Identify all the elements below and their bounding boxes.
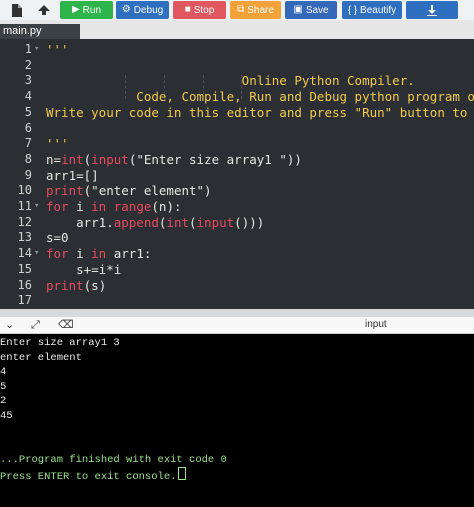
debug-button[interactable]: ⚙ Debug	[116, 1, 169, 19]
share-button[interactable]: ⧉ Share	[230, 1, 281, 19]
tab-main-py[interactable]: main.py	[0, 24, 80, 39]
expand-icon[interactable]: ⤢	[31, 317, 40, 333]
stop-button[interactable]: ■ Stop	[173, 1, 226, 19]
line-number: 2	[24, 57, 32, 72]
line-number: 13	[17, 230, 32, 245]
fold-toggle-icon[interactable]: ▾	[34, 199, 39, 215]
line-number: 3	[24, 73, 32, 88]
save-icon: ▣	[293, 4, 303, 15]
code-text: arr1=[]	[46, 167, 99, 183]
text-cursor	[178, 467, 187, 481]
line-number: 16	[17, 277, 32, 292]
console-output[interactable]: Enter size array1 3 enter element 4 5 2 45...…	[0, 334, 474, 507]
input-label[interactable]: input	[365, 317, 387, 333]
line-number: 12	[17, 214, 32, 229]
tab-bar: main.py	[0, 20, 474, 39]
line-number: 4	[24, 89, 32, 104]
line-number: 8	[24, 151, 32, 166]
code-editor[interactable]: 1 ▾ ''' 2 3 Online Python Compiler. 4 Code, C…	[0, 39, 474, 309]
line-number: 6	[24, 120, 32, 135]
code-line[interactable]: 12 arr1.append(int(input()))	[0, 215, 474, 231]
console-line: 5	[0, 380, 7, 393]
code-line[interactable]: 4 Code, Compile, Run and Debug python pr…	[0, 89, 474, 105]
line-number: 5	[24, 104, 32, 119]
console-line: enter element	[0, 351, 82, 364]
line-number: 14	[17, 246, 32, 261]
console-line: Press ENTER to exit console.	[0, 467, 187, 483]
code-line[interactable]: 13 s=0	[0, 230, 474, 246]
line-number: 9	[24, 167, 32, 182]
code-text: n=int(input("Enter size array1 "))	[46, 151, 302, 167]
code-line[interactable]: 15 s+=i*i	[0, 262, 474, 278]
code-text: for i in range(n):	[46, 199, 182, 214]
console-line: Enter size array1 3	[0, 337, 120, 349]
code-line[interactable]: 3 Online Python Compiler.	[0, 73, 474, 89]
clear-icon[interactable]: ⌫	[58, 317, 74, 333]
code-line[interactable]: 9 arr1=[]	[0, 168, 474, 184]
fold-toggle-icon[interactable]: ▾	[34, 42, 39, 58]
beautify-button[interactable]: { } Beautify	[342, 1, 402, 19]
panel-separator[interactable]	[0, 309, 474, 317]
code-line[interactable]: 16 print(s)	[0, 278, 474, 294]
play-icon: ▶	[71, 4, 80, 15]
code-text: Code, Compile, Run and Debug python prog…	[46, 89, 474, 105]
save-button[interactable]: ▣ Save	[285, 1, 337, 19]
code-text: for i in arr1:	[46, 246, 152, 262]
code-line[interactable]: 10 print("enter element")	[0, 183, 474, 199]
code-text: '''	[46, 42, 69, 57]
upload-icon[interactable]	[33, 0, 55, 20]
download-button[interactable]	[406, 1, 458, 19]
code-text: print(s)	[46, 277, 107, 293]
console-line: 45	[0, 410, 13, 422]
code-line[interactable]: 2	[0, 58, 474, 74]
code-text: Online Python Compiler.	[46, 73, 415, 89]
line-number: 11	[17, 199, 32, 213]
line-number: 10	[17, 183, 32, 198]
stop-icon: ■	[184, 4, 191, 15]
code-line[interactable]: 17	[0, 293, 474, 309]
code-text: Write your code in this editor and press…	[46, 104, 468, 120]
console-toolbar: ⌄ ⤢ ⌫ input	[0, 317, 474, 334]
fold-toggle-icon[interactable]: ▾	[34, 246, 39, 262]
share-icon: ⧉	[237, 4, 245, 15]
download-icon	[427, 4, 437, 16]
code-text: s=0	[46, 230, 69, 246]
code-line[interactable]: 7 '''	[0, 136, 474, 152]
console-line: 2	[0, 395, 7, 408]
code-line[interactable]: 5 Write your code in this editor and pres…	[0, 105, 474, 121]
debug-icon: ⚙	[121, 4, 131, 15]
toolbar: ▶ Run ⚙ Debug ■ Stop ⧉ Share ▣ Save { } Beaut…	[0, 0, 474, 20]
code-line[interactable]: 14 ▾ for i in arr1:	[0, 246, 474, 262]
code-line[interactable]: 1 ▾ '''	[0, 42, 474, 58]
code-text: arr1.append(int(input()))	[46, 214, 265, 230]
line-number: 17	[17, 293, 32, 308]
code-text: print("enter element")	[46, 183, 212, 199]
console-line: ...Program finished with exit code 0	[0, 453, 227, 466]
line-number: 7	[24, 136, 32, 151]
console-line: 4	[0, 366, 7, 379]
line-number: 15	[17, 261, 32, 276]
code-line[interactable]: 6	[0, 121, 474, 137]
code-line[interactable]: 11 ▾ for i in range(n):	[0, 199, 474, 215]
chevron-down-icon[interactable]: ⌄	[5, 317, 14, 333]
code-text: '''	[46, 136, 69, 152]
code-text: s+=i*i	[46, 261, 122, 277]
run-button[interactable]: ▶ Run	[60, 1, 113, 19]
code-line[interactable]: 8 n=int(input("Enter size array1 "))	[0, 152, 474, 168]
line-number: 1	[24, 42, 32, 56]
file-icon[interactable]	[6, 0, 26, 20]
